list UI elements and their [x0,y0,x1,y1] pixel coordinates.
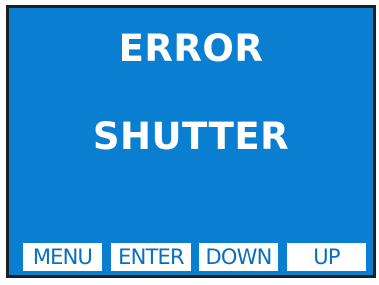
menu-softkey[interactable]: MENU [23,243,102,271]
up-softkey[interactable]: UP [287,243,366,271]
error-detail: SHUTTER [92,115,290,158]
error-title: ERROR [118,27,264,70]
enter-softkey[interactable]: ENTER [111,243,191,271]
down-softkey[interactable]: DOWN [199,243,278,271]
error-display-screen: ERROR SHUTTER MENU ENTER DOWN UP [6,5,376,278]
